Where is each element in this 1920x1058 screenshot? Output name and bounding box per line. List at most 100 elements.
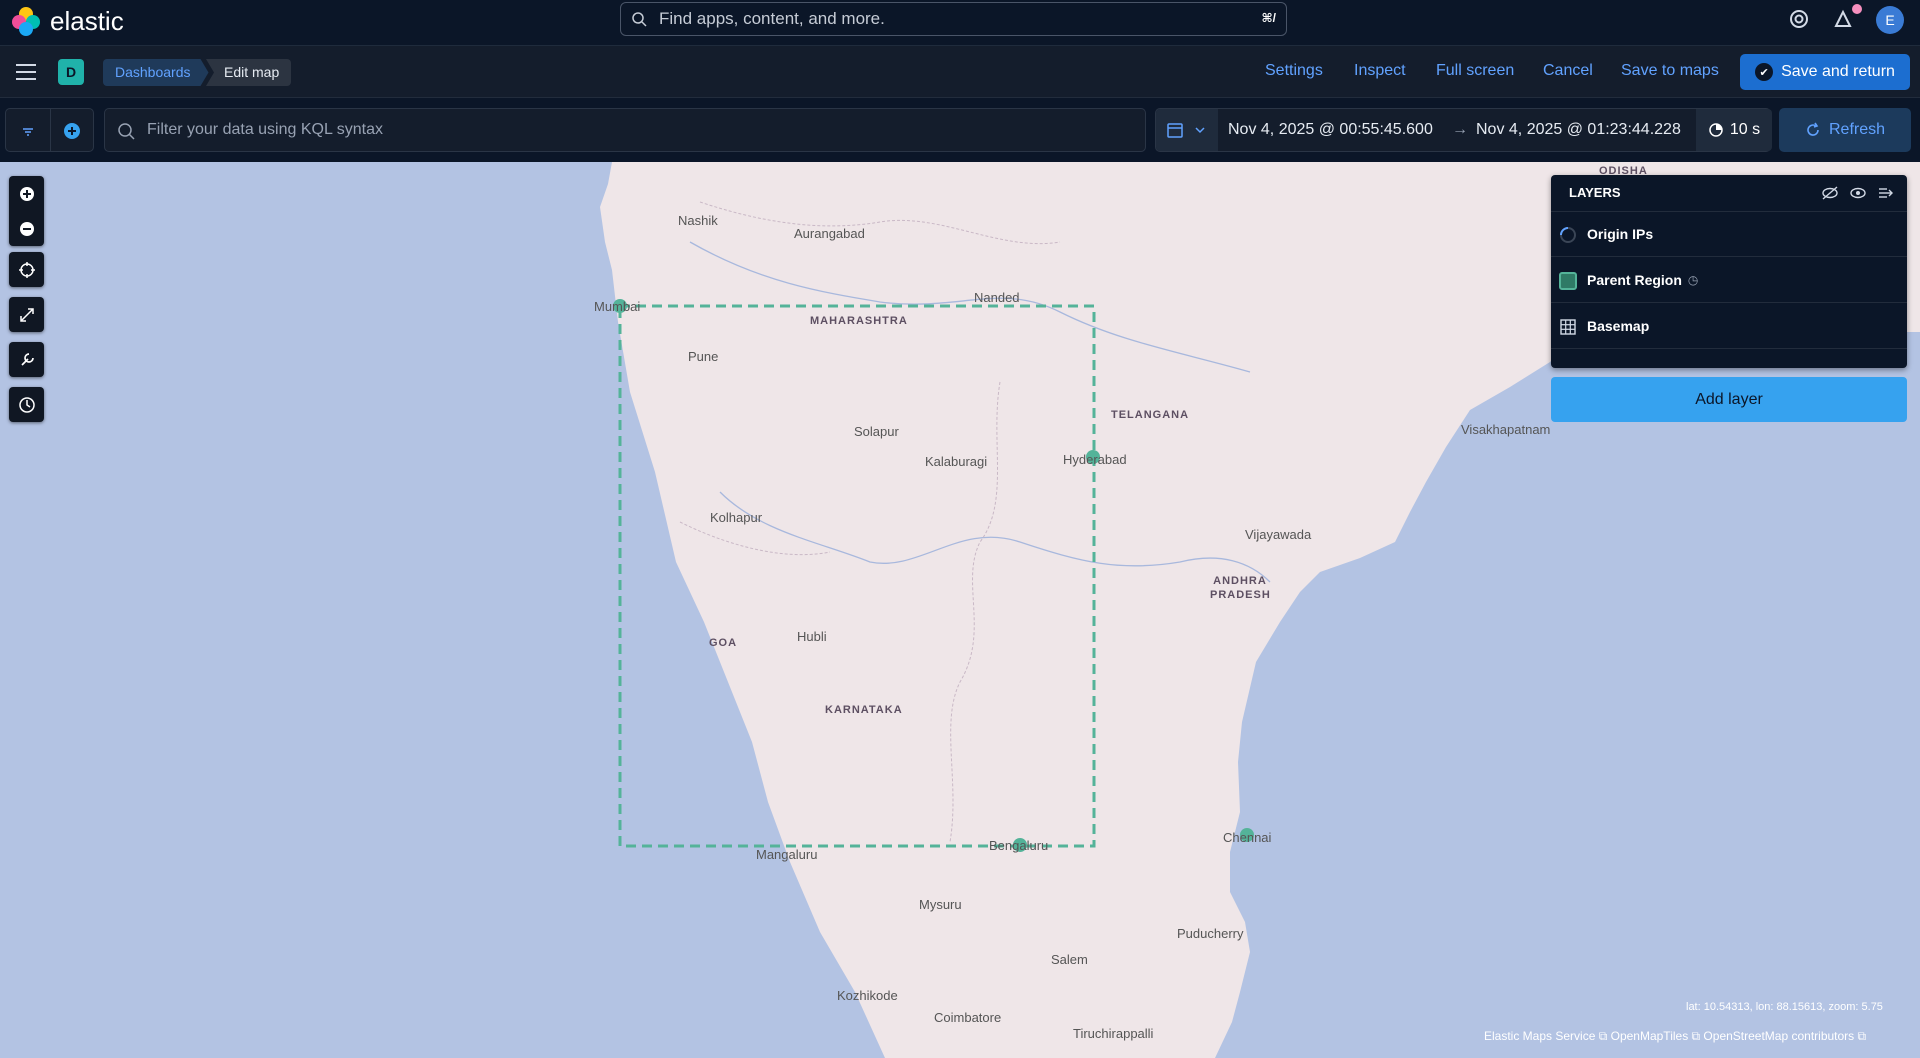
refresh-icon [1807,122,1819,136]
zoom-controls [9,176,44,246]
hide-all-layers-icon[interactable] [1821,185,1839,206]
layer-name: Origin IPs [1587,226,1654,242]
city-label: Mumbai [594,299,641,314]
kql-query-input[interactable]: Filter your data using KQL syntax [104,108,1146,152]
user-avatar[interactable]: E [1876,6,1904,34]
add-layer-button[interactable]: Add layer [1551,377,1907,422]
menu-toggle-icon[interactable] [16,64,36,80]
filter-options-icon[interactable] [18,121,38,141]
search-icon [118,123,135,140]
refresh-label: Refresh [1828,121,1886,138]
timer-icon [1709,123,1723,137]
breadcrumb-dashboards[interactable]: Dashboards [103,59,209,86]
city-label: Solapur [854,424,899,439]
query-bar: Filter your data using KQL syntax Nov 4,… [0,98,1920,162]
end-date[interactable]: Nov 4, 2025 @ 01:23:44.228 [1476,121,1681,139]
state-label: KARNATAKA [825,704,903,716]
city-label: Mangaluru [756,847,818,862]
time-filter-icon: ◷ [1687,273,1699,287]
minus-icon [19,221,34,236]
elastic-logo-icon [12,6,42,37]
search-shortcut-hint: ⌘/ [1261,11,1276,25]
cancel-link[interactable]: Cancel [1543,62,1593,80]
breadcrumb-edit-map: Edit map [206,59,292,86]
quick-select-button[interactable] [1156,109,1218,151]
save-and-return-label: Save and return [1781,63,1895,80]
state-label: GOA [709,637,738,649]
loading-spinner-icon [1559,226,1577,247]
help-icon[interactable] [1788,8,1814,34]
state-label: TELANGANA [1111,409,1190,421]
fit-to-data-button[interactable] [9,297,44,332]
tools-button[interactable] [9,342,44,377]
search-icon [632,12,647,27]
crosshairs-icon [18,261,35,278]
start-date[interactable]: Nov 4, 2025 @ 00:55:45.600 [1228,121,1433,139]
plus-icon [19,186,34,201]
timeslider-button[interactable] [9,387,44,422]
filter-controls [5,108,94,152]
app-navbar: D Dashboards Edit map Settings Inspect F… [0,46,1920,98]
zoom-out-button[interactable] [9,211,44,246]
map-attribution[interactable]: Elastic Maps Service ⧉ OpenMapTiles ⧉ Op… [1484,1029,1866,1044]
state-label: MAHARASHTRA [810,315,908,327]
city-label: Aurangabad [794,226,865,241]
zoom-in-button[interactable] [9,176,44,211]
city-label: Pune [688,349,719,364]
city-label: Visakhapatnam [1461,422,1551,437]
city-label: Kolhapur [710,510,763,525]
city-label: Kozhikode [837,988,898,1003]
save-to-maps-link[interactable]: Save to maps [1621,62,1719,80]
city-label: Nanded [974,290,1020,305]
refresh-button[interactable]: Refresh [1779,108,1911,152]
full-screen-link[interactable]: Full screen [1436,62,1514,80]
city-label: Hubli [797,629,827,644]
inspect-link[interactable]: Inspect [1354,62,1406,80]
city-label: Chennai [1223,830,1272,845]
date-picker: Nov 4, 2025 @ 00:55:45.600 → Nov 4, 2025… [1155,108,1772,152]
auto-refresh-interval: 10 s [1729,121,1761,138]
wrench-icon [20,352,34,366]
city-label: Salem [1051,952,1088,967]
calendar-icon [1167,123,1183,138]
check-icon: ✔ [1755,63,1774,81]
space-avatar[interactable]: D [58,59,84,85]
region-swatch-icon [1559,272,1577,290]
map-canvas[interactable]: Nashik Aurangabad Mumbai Nanded Pune Sol… [0,162,1920,1058]
layer-control-panel: LAYERS Origin IPs Parent Region ◷ Basema… [1551,175,1907,368]
expand-icon [19,307,34,322]
city-label: Coimbatore [934,1010,1002,1025]
city-label: Vijayawada [1245,527,1312,542]
layers-title: LAYERS [1569,185,1621,200]
city-label: Hyderabad [1063,452,1127,467]
grid-icon [1559,318,1577,339]
city-label: Kalaburagi [925,454,988,469]
layer-name: Parent Region [1587,272,1682,288]
city-label: Mysuru [919,897,962,912]
city-label: Bengaluru [989,838,1049,853]
auto-refresh-button[interactable]: 10 s [1696,109,1772,151]
clock-icon [18,396,35,413]
notification-badge [1852,4,1862,14]
kql-placeholder: Filter your data using KQL syntax [147,121,383,138]
save-and-return-button[interactable]: ✔ Save and return [1740,54,1910,90]
mouse-coordinates-readout: lat: 10.54313, lon: 88.15613, zoom: 5.75 [1686,1001,1883,1013]
set-view-button[interactable] [9,252,44,287]
layer-origin-ips[interactable]: Origin IPs [1551,212,1907,257]
show-all-layers-icon[interactable] [1849,185,1867,206]
layer-basemap[interactable]: Basemap [1551,304,1907,349]
city-label: Tiruchirappalli [1073,1026,1154,1041]
settings-link[interactable]: Settings [1265,62,1323,80]
brand-name: elastic [50,6,124,36]
add-filter-icon[interactable] [62,121,82,141]
chevron-down-icon [1195,127,1205,134]
layer-parent-region[interactable]: Parent Region ◷ [1551,258,1907,303]
global-header: elastic Find apps, content, and more. ⌘/… [0,0,1920,46]
city-label: Nashik [678,213,718,228]
arrow-right-icon: → [1452,121,1468,138]
global-search-input[interactable]: Find apps, content, and more. ⌘/ [620,2,1287,36]
global-search-placeholder: Find apps, content, and more. [659,9,885,28]
collapse-panel-icon[interactable] [1877,185,1895,206]
layer-name: Basemap [1587,318,1650,334]
elastic-logo[interactable]: elastic [12,6,124,37]
